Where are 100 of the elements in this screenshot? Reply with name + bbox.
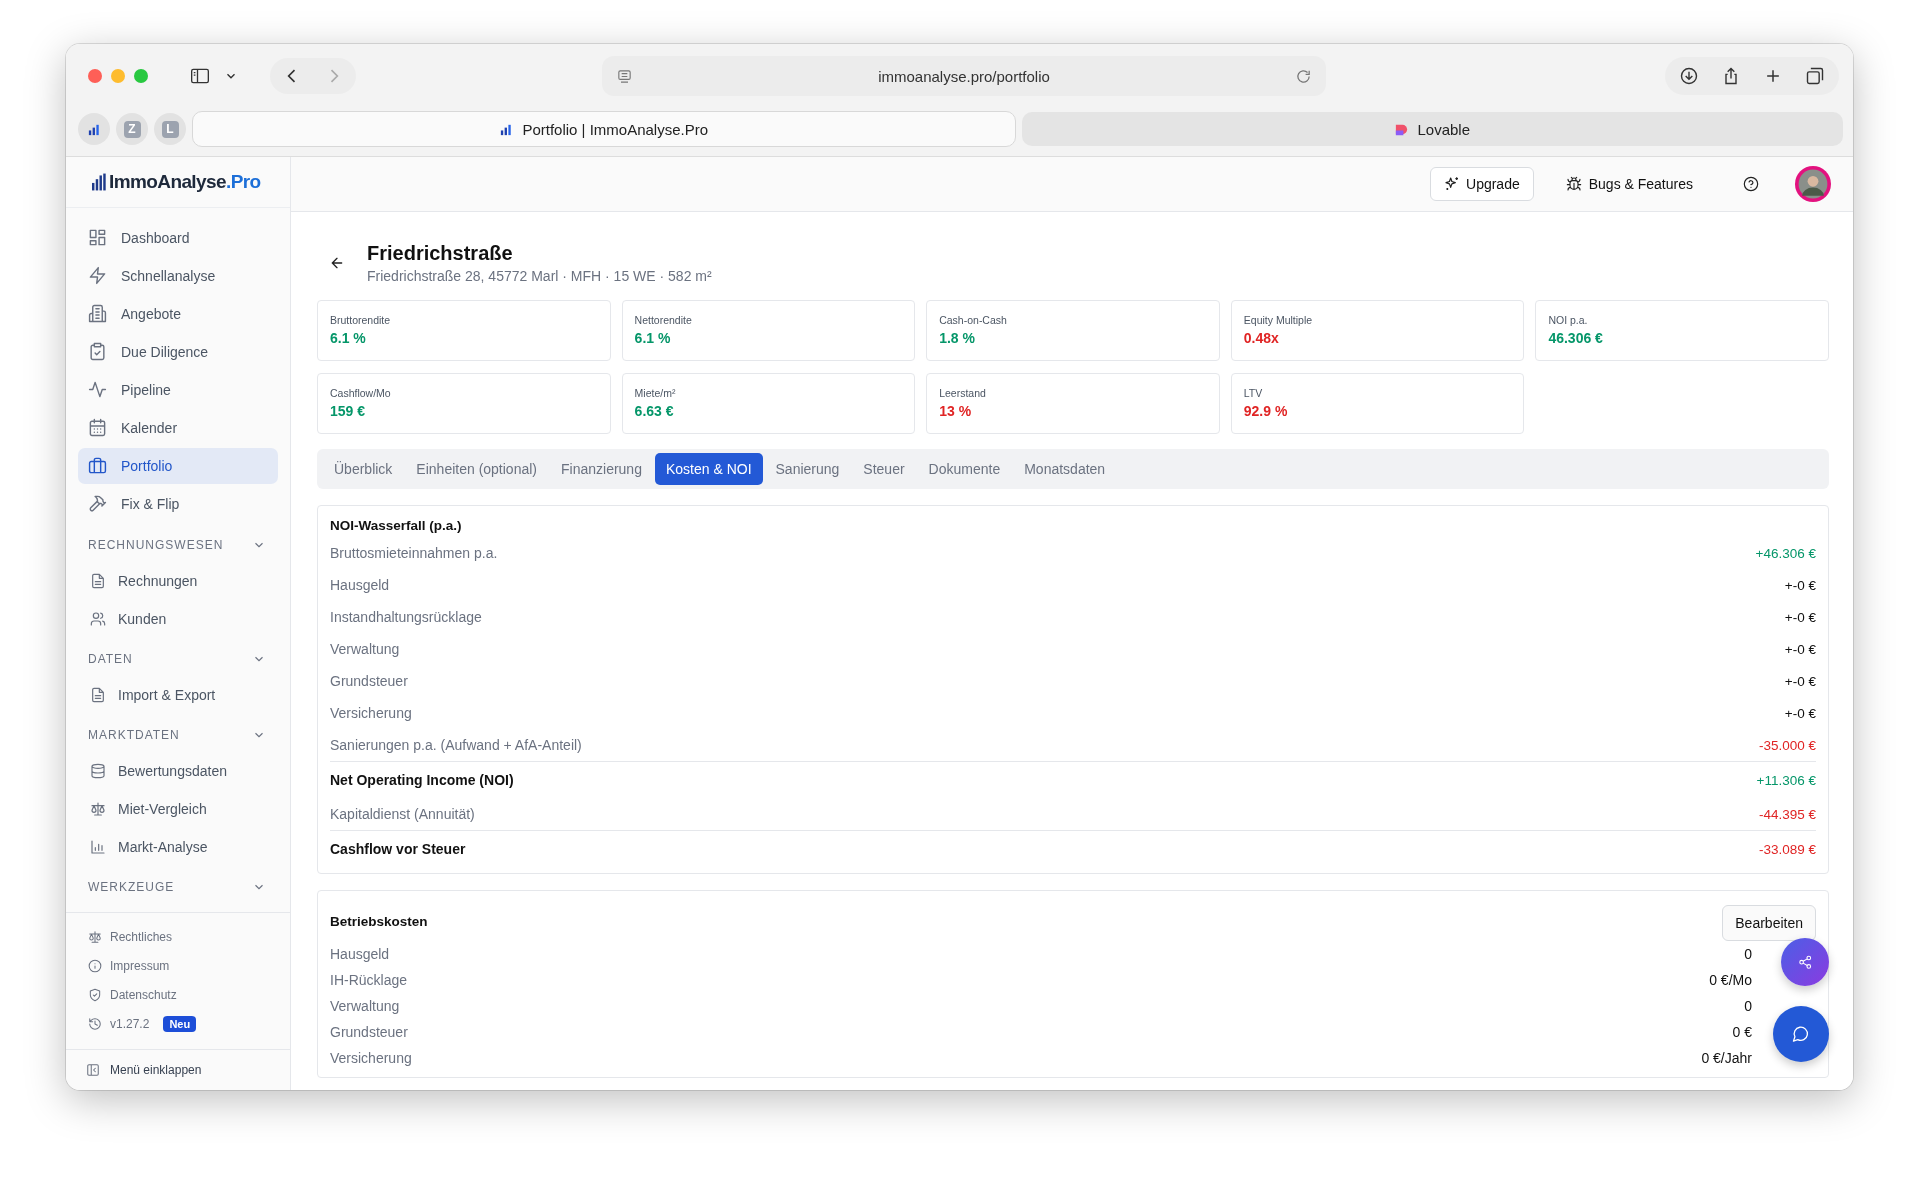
row-label: IH-Rücklage [330, 972, 408, 988]
row-label: Sanierungen p.a. (Aufwand + AfA-Anteil) [330, 737, 582, 753]
tab[interactable]: Steuer [852, 453, 916, 485]
nav-item[interactable]: Markt-Analyse [78, 827, 278, 866]
pulse-icon [88, 380, 107, 400]
kpi-value: 159 € [330, 403, 367, 419]
database-icon [90, 762, 106, 779]
row-label: Verwaltung [330, 998, 400, 1014]
card-title: Betriebskosten [330, 913, 428, 929]
row-value: +-0 € [1784, 641, 1816, 657]
section-header[interactable]: RECHNUNGSWESEN [78, 527, 278, 562]
property-subtitle: Friedrichstraße 28, 45772 Marl · MFH · 15 WE · 582 m² [367, 268, 712, 284]
collapse-menu-button[interactable]: Menü einklappen [66, 1048, 290, 1090]
row-label: Grundsteuer [330, 1024, 408, 1040]
kpi-value: 6.1 % [634, 330, 672, 346]
version-link[interactable]: v1.27.2 Neu [88, 1009, 290, 1039]
row-value: -44.395 € [1758, 806, 1816, 822]
url-text: immoanalyse.pro/portfolio [877, 67, 1051, 85]
row-label: Versicherung [330, 1050, 412, 1066]
tab[interactable]: Finanzierung [550, 453, 653, 485]
sidebar-icon [86, 1062, 100, 1077]
footer-link[interactable]: Rechtliches [88, 922, 290, 952]
tab[interactable]: Kosten & NOI [654, 453, 763, 485]
info-icon [88, 959, 102, 974]
nav-item[interactable]: Import & Export [78, 675, 278, 714]
row-value: 0 €/Mo [1709, 972, 1752, 988]
section-header[interactable]: MARKTDATEN [78, 717, 278, 752]
kpi-value: 46.306 € [1548, 330, 1604, 346]
sparkles-icon [1444, 176, 1460, 192]
row-label: Grundsteuer [330, 673, 408, 689]
row-label: Hausgeld [330, 577, 390, 593]
briefcase-icon [88, 456, 107, 476]
kpi-label: Cashflow/Mo [330, 387, 392, 399]
row-label: Hausgeld [330, 946, 390, 962]
share-button[interactable] [1781, 938, 1829, 986]
tabs-overview-icon[interactable] [1805, 66, 1825, 86]
kpi-value: 6.1 % [330, 330, 367, 346]
kpi-label: LTV [1243, 387, 1264, 399]
nav-item[interactable]: Kunden [78, 599, 278, 638]
nav-item[interactable]: Kalender [78, 409, 278, 446]
row-value: 0 [1744, 998, 1752, 1014]
reload-icon[interactable] [1295, 67, 1312, 85]
nav-item[interactable]: Fix & Flip [78, 485, 278, 522]
bugs-features-button[interactable]: Bugs & Features [1551, 176, 1707, 192]
browser-tab[interactable]: Portfolio | ImmoAnalyse.Pro [192, 111, 1016, 147]
building-icon [88, 304, 107, 324]
bar-chart-icon [92, 172, 107, 191]
document-icon [90, 572, 106, 589]
download-icon[interactable] [1679, 66, 1699, 86]
nav-item[interactable]: Bewertungsdaten [78, 751, 278, 790]
row-label: Net Operating Income (NOI) [330, 772, 514, 788]
row-label: Verwaltung [330, 641, 400, 657]
tab[interactable]: Sanierung [764, 453, 851, 485]
chat-button[interactable] [1773, 1006, 1829, 1062]
footer-link[interactable]: Impressum [88, 951, 290, 981]
kpi-value: 92.9 % [1243, 403, 1289, 419]
help-icon[interactable] [1743, 176, 1759, 192]
kpi-label: Bruttorendite [330, 314, 392, 326]
document-icon [90, 686, 106, 703]
clipboard-icon [88, 342, 107, 362]
section-header[interactable]: DATEN [78, 641, 278, 676]
row-label: Versicherung [330, 705, 412, 721]
nav-item[interactable]: Schnellanalyse [78, 257, 278, 294]
nav-item[interactable]: Portfolio [78, 447, 278, 484]
kpi-value: 6.63 € [634, 403, 675, 419]
upgrade-button[interactable]: Upgrade [1430, 167, 1534, 201]
nav-item[interactable]: Miet-Vergleich [78, 789, 278, 828]
close-window-button[interactable] [88, 69, 102, 83]
page-icon [616, 67, 633, 85]
nav-item[interactable]: Due Diligence [78, 333, 278, 370]
scale-icon [90, 800, 106, 817]
calendar-icon [88, 418, 107, 438]
tab[interactable]: Monatsdaten [1013, 453, 1117, 485]
sidebar-toggle-icon[interactable] [190, 66, 210, 86]
row-value: 0 [1744, 946, 1752, 962]
tab[interactable]: Dokumente [917, 453, 1012, 485]
footer-link[interactable]: Datenschutz [88, 980, 290, 1010]
browser-tab[interactable]: Lovable [1021, 112, 1843, 146]
back-arrow-icon[interactable] [329, 255, 345, 271]
row-value: +11.306 € [1756, 772, 1816, 788]
tab[interactable]: Überblick [323, 453, 404, 485]
section-header[interactable]: WERKZEUGE [78, 869, 278, 904]
row-label: Instandhaltungsrücklage [330, 609, 482, 625]
row-label: Cashflow vor Steuer [330, 841, 466, 857]
hammer-icon [88, 494, 107, 514]
kpi-value: 0.48x [1243, 330, 1280, 346]
nav-item[interactable]: Rechnungen [78, 561, 278, 600]
row-value: -33.089 € [1758, 841, 1816, 857]
nav-item[interactable]: Pipeline [78, 371, 278, 408]
avatar[interactable] [1795, 166, 1831, 202]
users-icon [90, 610, 106, 627]
nav-item[interactable]: Angebote [78, 295, 278, 332]
new-badge: Neu [163, 1016, 197, 1033]
kpi-label: Miete/m² [634, 387, 677, 399]
tab[interactable]: Einheiten (optional) [405, 453, 548, 485]
edit-button[interactable]: Bearbeiten [1722, 905, 1816, 941]
pinned-tab[interactable] [78, 113, 110, 145]
address-bar[interactable]: immoanalyse.pro/portfolio [602, 56, 1326, 96]
nav-item[interactable]: Dashboard [78, 219, 278, 256]
scale-icon [88, 930, 102, 945]
